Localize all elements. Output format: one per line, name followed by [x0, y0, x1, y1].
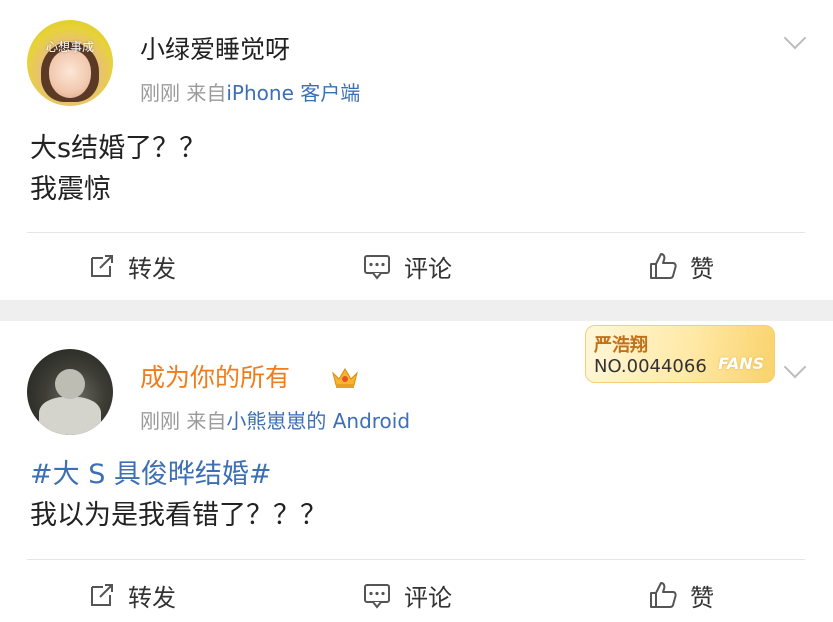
post-meta: 刚刚 来自小熊崽崽的 Android — [140, 405, 410, 434]
content-line: 我以为是我看错了？？？ — [30, 500, 327, 531]
like-icon — [650, 582, 677, 608]
chevron-down-icon[interactable] — [783, 26, 807, 50]
content-line: 我震惊 — [30, 174, 111, 205]
avatar-shoulders — [39, 397, 101, 435]
like-label: 赞 — [690, 583, 714, 612]
avatar-caption: 心想事成 — [45, 40, 94, 54]
comment-label: 评论 — [404, 254, 452, 283]
repost-icon — [91, 584, 113, 606]
crown-icon — [332, 368, 358, 388]
post-content: #大 S 具俊晔结婚# 我以为是我看错了？？？ — [30, 454, 327, 536]
post-meta: 刚刚 来自iPhone 客户端 — [140, 77, 360, 106]
comment-label: 评论 — [404, 583, 452, 612]
from-label: 来自 — [186, 409, 227, 433]
topic-link[interactable]: #大 S 具俊晔结婚# — [30, 454, 327, 495]
divider — [27, 559, 805, 560]
avatar-face — [49, 50, 91, 98]
comment-button[interactable]: 评论 — [362, 575, 452, 615]
repost-button[interactable]: 转发 — [88, 246, 176, 286]
username[interactable]: 小绿爱睡觉呀 — [140, 30, 290, 66]
post-time: 刚刚 — [140, 81, 180, 105]
like-button[interactable]: 赞 — [648, 575, 714, 615]
post-separator — [0, 300, 833, 321]
comment-icon — [364, 584, 390, 609]
fans-badge-name: 严浩翔 — [594, 335, 648, 356]
fans-badge-number: NO.0044066 — [594, 356, 707, 377]
divider — [27, 232, 805, 233]
weibo-post: 成为你的所有 刚刚 来自小熊崽崽的 Android 严浩翔 NO.0044066… — [0, 321, 833, 622]
post-time: 刚刚 — [140, 409, 180, 433]
avatar[interactable] — [27, 349, 113, 435]
from-label: 来自 — [186, 81, 227, 105]
avatar[interactable]: 心想事成 — [27, 20, 113, 106]
comment-icon — [364, 255, 390, 280]
fans-badge[interactable]: 严浩翔 NO.0044066 FANS — [585, 325, 775, 383]
fans-badge-word: FANS — [718, 354, 765, 373]
username[interactable]: 成为你的所有 — [140, 358, 290, 394]
repost-button[interactable]: 转发 — [88, 575, 176, 615]
chevron-down-icon[interactable] — [783, 355, 807, 379]
repost-icon — [91, 255, 113, 277]
repost-label: 转发 — [128, 254, 176, 283]
avatar-head — [55, 369, 85, 399]
post-content: 大s结婚了？？ 我震惊 — [30, 128, 206, 210]
repost-label: 转发 — [128, 583, 176, 612]
post-source[interactable]: 小熊崽崽的 Android — [226, 409, 410, 433]
comment-button[interactable]: 评论 — [362, 246, 452, 286]
like-button[interactable]: 赞 — [648, 246, 714, 286]
post-source[interactable]: iPhone 客户端 — [226, 81, 360, 105]
weibo-post: 心想事成 小绿爱睡觉呀 刚刚 来自iPhone 客户端 大s结婚了？？ 我震惊 … — [0, 0, 833, 300]
like-icon — [650, 253, 677, 279]
content-line: 大s结婚了？？ — [30, 133, 207, 164]
like-label: 赞 — [690, 254, 714, 283]
